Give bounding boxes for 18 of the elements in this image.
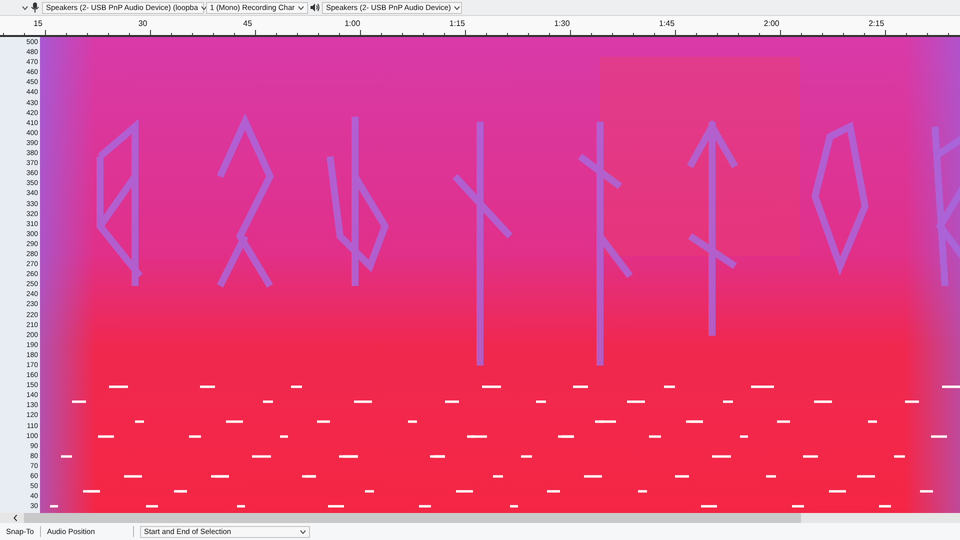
microphone-icon bbox=[30, 2, 40, 13]
caret-icon bbox=[454, 6, 460, 10]
timeline-label: 2:00 bbox=[764, 19, 780, 28]
timeline-label: 1:00 bbox=[344, 19, 360, 28]
timeline-label: 1:15 bbox=[449, 19, 465, 28]
caret-icon bbox=[22, 6, 28, 10]
caret-icon bbox=[300, 530, 306, 534]
timeline-label: 15 bbox=[34, 19, 42, 28]
scroll-left-icon[interactable] bbox=[12, 514, 20, 522]
timeline-label: 1:30 bbox=[554, 19, 570, 28]
timeline-label: 45 bbox=[243, 19, 252, 28]
caret-icon bbox=[201, 6, 208, 10]
speaker-icon bbox=[310, 2, 320, 13]
timeline-label: 2:15 bbox=[868, 19, 884, 28]
scrollbar-thumb[interactable] bbox=[24, 513, 801, 523]
timeline-label: 1:45 bbox=[659, 19, 675, 28]
timeline-label: 30 bbox=[138, 19, 148, 28]
caret-icon bbox=[298, 6, 304, 10]
